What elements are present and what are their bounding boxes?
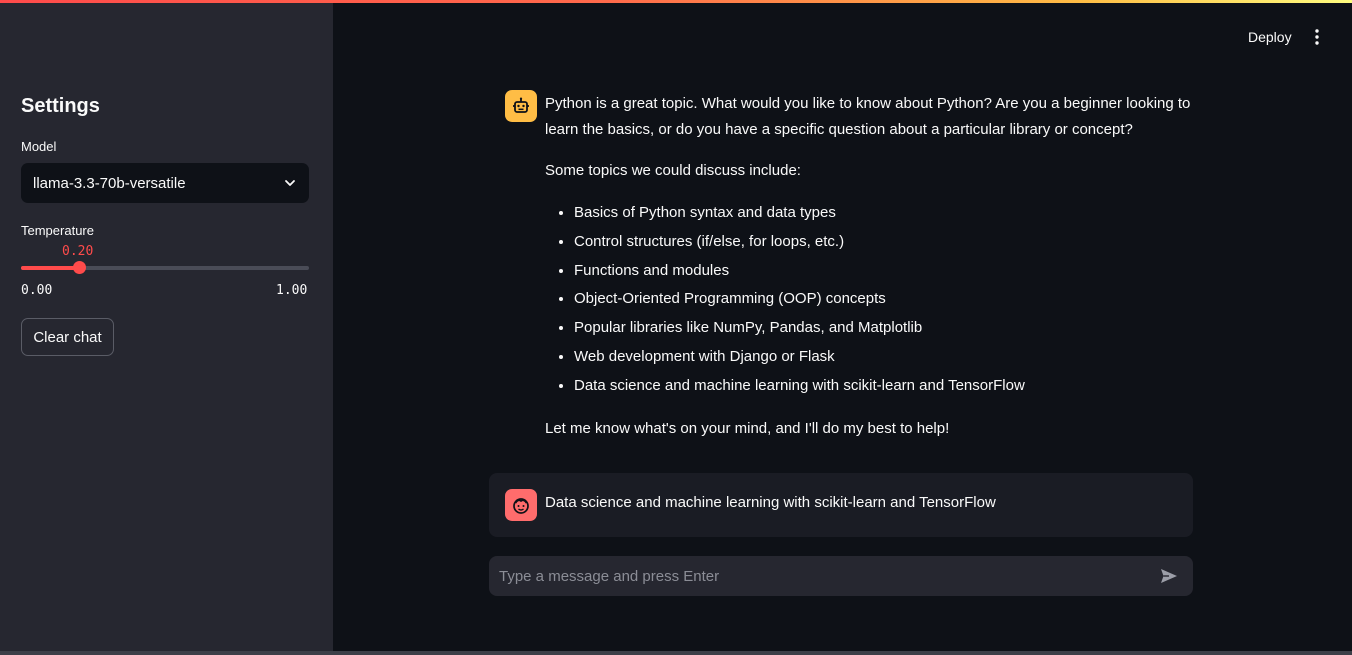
top-decoration-bar xyxy=(0,0,1352,3)
bottom-strip xyxy=(0,651,1352,655)
user-face-icon xyxy=(505,489,537,521)
user-message-text: Data science and machine learning with s… xyxy=(545,494,996,511)
user-message: Data science and machine learning with s… xyxy=(489,473,1193,537)
temperature-min: 0.00 xyxy=(21,283,53,298)
temperature-max: 1.00 xyxy=(276,283,308,298)
send-icon[interactable] xyxy=(1159,566,1179,586)
temperature-slider[interactable] xyxy=(21,261,309,274)
temperature-slider-thumb[interactable] xyxy=(73,261,86,274)
chat-input-container xyxy=(489,556,1193,596)
assistant-closing: Let me know what's on your mind, and I'l… xyxy=(545,419,950,437)
assistant-topics-list: Basics of Python syntax and data types C… xyxy=(545,199,1195,401)
list-item: Basics of Python syntax and data types xyxy=(574,199,1195,228)
list-item: Web development with Django or Flask xyxy=(574,343,1195,372)
list-item: Popular libraries like NumPy, Pandas, an… xyxy=(574,314,1195,343)
clear-chat-button[interactable]: Clear chat xyxy=(21,318,114,356)
chevron-down-icon xyxy=(285,180,295,186)
temperature-label: Temperature xyxy=(21,223,94,238)
model-select[interactable]: llama-3.3-70b-versatile xyxy=(21,163,309,203)
list-item: Data science and machine learning with s… xyxy=(574,372,1195,401)
temperature-slider-fill xyxy=(21,266,79,270)
model-select-value: llama-3.3-70b-versatile xyxy=(33,174,186,192)
deploy-button[interactable]: Deploy xyxy=(1248,29,1292,45)
assistant-intro: Python is a great topic. What would you … xyxy=(545,95,1191,138)
assistant-topics-heading: Some topics we could discuss include: xyxy=(545,162,801,179)
vertical-dots-icon[interactable] xyxy=(1311,28,1323,46)
temperature-value: 0.20 xyxy=(62,244,94,259)
robot-icon xyxy=(505,90,537,122)
list-item: Functions and modules xyxy=(574,257,1195,286)
assistant-message: Python is a great topic. What would you … xyxy=(545,91,1195,457)
sidebar: Settings Model llama-3.3-70b-versatile T… xyxy=(0,0,333,651)
chat-input[interactable] xyxy=(489,556,1139,596)
list-item: Object-Oriented Programming (OOP) concep… xyxy=(574,285,1195,314)
sidebar-title: Settings xyxy=(21,95,100,117)
list-item: Control structures (if/else, for loops, … xyxy=(574,228,1195,257)
model-label: Model xyxy=(21,139,57,154)
